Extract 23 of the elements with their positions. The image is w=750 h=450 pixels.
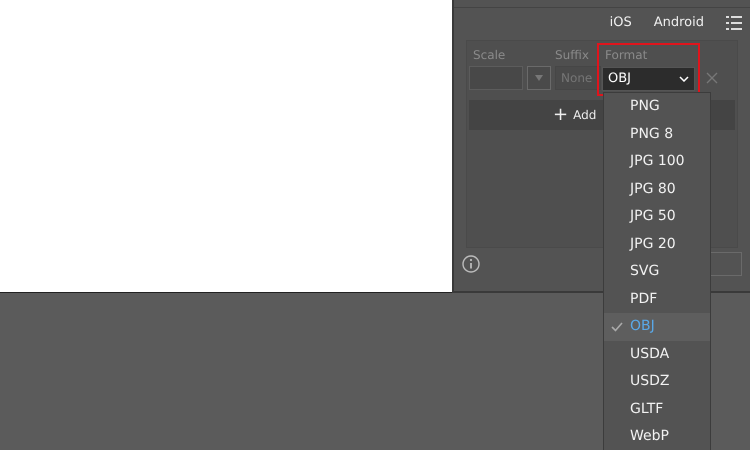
format-option[interactable]: PDF — [604, 286, 710, 313]
format-option[interactable]: JPG 50 — [604, 203, 710, 230]
format-option[interactable]: WebP — [604, 423, 710, 450]
close-icon[interactable] — [706, 72, 718, 84]
checkmark-icon — [611, 322, 623, 332]
format-select[interactable]: OBJ — [602, 67, 695, 91]
column-label: Scale — [472, 47, 506, 64]
format-option[interactable]: GLTF — [604, 396, 710, 423]
column-label: Format — [605, 47, 648, 64]
caret-icon — [535, 75, 543, 81]
format-option[interactable]: SVG — [604, 258, 710, 286]
scale-dropdown-button[interactable] — [527, 66, 551, 90]
list-icon[interactable] — [726, 15, 742, 31]
column-label: Suffix — [555, 47, 590, 64]
platform-tab[interactable]: iOS — [610, 13, 632, 33]
chevron-icon — [679, 76, 689, 82]
format-option[interactable]: JPG 20 — [604, 230, 710, 258]
format-option[interactable]: USDA — [604, 340, 710, 368]
platform-tab[interactable]: Android — [654, 13, 704, 33]
format-option[interactable]: JPG 80 — [604, 176, 710, 203]
format-option[interactable]: USDZ — [604, 368, 710, 396]
format-option[interactable]: JPG 100 — [604, 148, 710, 176]
info-icon[interactable] — [462, 255, 480, 273]
